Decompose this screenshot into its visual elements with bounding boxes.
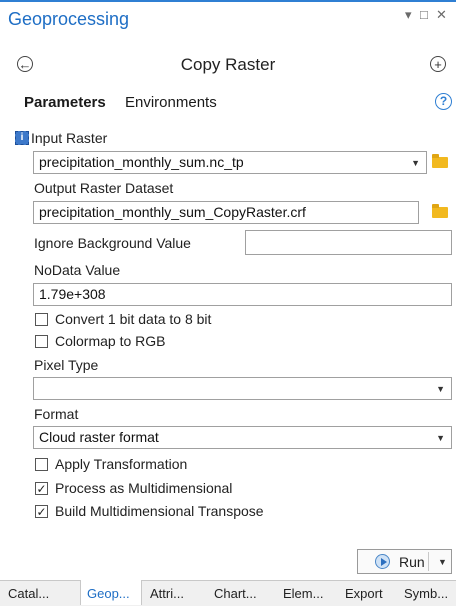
ignore-background-field[interactable] [245,230,452,255]
format-value: Cloud raster format [39,429,159,445]
chevron-down-icon: ▼ [436,433,445,443]
pane-top-accent [0,0,456,2]
format-dropdown[interactable]: Cloud raster format ▼ [33,426,452,449]
tab-elements[interactable]: Elem... [283,586,323,601]
convert-1bit-label: Convert 1 bit data to 8 bit [55,311,212,327]
ignore-background-label: Ignore Background Value [34,235,191,251]
add-icon[interactable]: + [430,56,446,72]
pixel-type-label: Pixel Type [34,357,99,373]
apply-transformation-label: Apply Transformation [55,456,188,472]
output-raster-field[interactable]: precipitation_monthly_sum_CopyRaster.crf [33,201,419,224]
input-raster-value: precipitation_monthly_sum.nc_tp [39,154,244,170]
pixel-type-dropdown[interactable]: ▼ [33,377,452,400]
run-button[interactable]: Run ▼ [357,549,452,574]
build-transpose-label: Build Multidimensional Transpose [55,503,264,519]
pane-close-icon[interactable]: ✕ [436,7,447,23]
chevron-down-icon: ▼ [436,384,445,394]
format-label: Format [34,406,79,422]
pane-title: Geoprocessing [8,9,130,29]
chevron-down-icon: ▼ [411,158,420,168]
input-raster-dropdown[interactable]: precipitation_monthly_sum.nc_tp ▼ [33,151,427,174]
run-options-dropdown-icon[interactable]: ▼ [438,557,447,567]
nodata-field[interactable]: 1.79e+308 [33,283,452,306]
tab-geoprocessing[interactable]: Geop... [87,586,130,601]
required-info-icon: i [15,131,29,145]
tab-attributes[interactable]: Attri... [150,586,184,601]
tab-environments[interactable]: Environments [125,94,217,111]
apply-transformation-checkbox[interactable] [35,458,48,471]
pane-menu-dropdown-icon[interactable]: ▾ [405,7,412,23]
folder-browse-icon[interactable] [432,204,448,218]
run-play-icon [375,554,390,569]
process-multidimensional-checkbox[interactable]: ✓ [35,482,48,495]
colormap-rgb-label: Colormap to RGB [55,333,166,349]
process-multidimensional-label: Process as Multidimensional [55,480,233,496]
pane-restore-icon[interactable]: □ [420,7,428,22]
run-divider [428,552,429,571]
input-raster-label: Input Raster [31,130,108,146]
tab-catalog[interactable]: Catal... [8,586,49,601]
nodata-label: NoData Value [34,262,121,278]
tab-export[interactable]: Export [345,586,383,601]
tab-chart[interactable]: Chart... [214,586,257,601]
tool-title: Copy Raster [180,55,276,74]
tab-parameters[interactable]: Parameters [24,94,106,111]
tab-symbology[interactable]: Symb... [404,586,448,601]
build-transpose-checkbox[interactable]: ✓ [35,505,48,518]
convert-1bit-checkbox[interactable] [35,313,48,326]
run-label: Run [399,554,425,570]
colormap-rgb-checkbox[interactable] [35,335,48,348]
help-icon[interactable]: ? [435,93,452,110]
folder-browse-icon[interactable] [432,154,448,168]
output-raster-label: Output Raster Dataset [34,180,174,196]
